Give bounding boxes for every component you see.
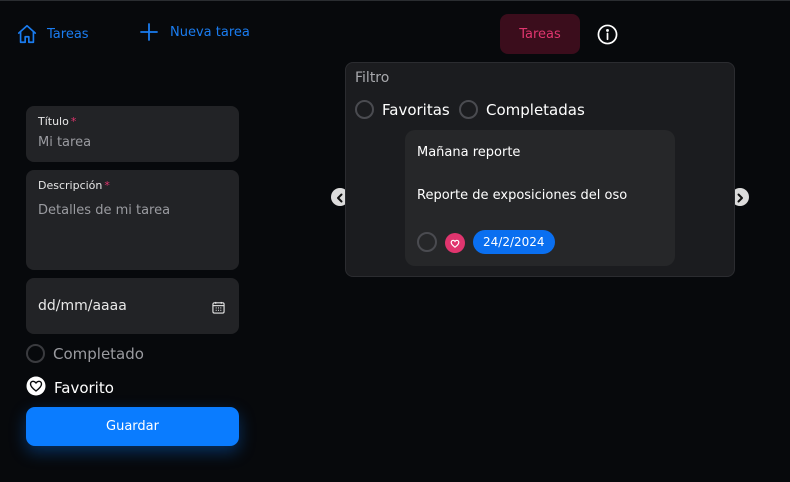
calendar-icon[interactable] — [212, 299, 225, 318]
filter-completed-label: Completadas — [486, 100, 585, 119]
nav-new-task-label: Nueva tarea — [170, 24, 250, 40]
favorite-checkbox[interactable]: Favorito — [26, 376, 114, 400]
nav-home-link[interactable]: Tareas — [16, 23, 89, 45]
date-field[interactable]: dd/mm/aaaa — [26, 278, 239, 334]
favorite-label: Favorito — [54, 379, 114, 397]
save-button[interactable]: Guardar — [26, 407, 239, 446]
task-card[interactable]: Mañana reporte Reporte de exposiciones d… — [405, 130, 675, 266]
filter-favorites-option[interactable]: Favoritas — [355, 100, 450, 119]
title-input[interactable]: Mi tarea — [38, 135, 91, 150]
tab-tareas[interactable]: Tareas — [500, 14, 580, 54]
filter-panel: Filtro Favoritas Completadas Mañana repo… — [345, 62, 735, 277]
completed-label: Completado — [53, 344, 144, 363]
chevron-right-icon — [735, 188, 745, 207]
title-field[interactable]: Título * Mi tarea — [26, 106, 239, 162]
heart-icon[interactable] — [26, 376, 46, 400]
plus-icon — [140, 23, 158, 41]
task-card-title: Mañana reporte — [417, 145, 521, 160]
nav-home-label: Tareas — [47, 26, 89, 42]
task-card-description: Reporte de exposiciones del oso — [417, 188, 628, 203]
info-icon[interactable] — [597, 24, 618, 49]
completed-check-circle[interactable] — [26, 344, 45, 363]
title-field-label: Título * — [38, 115, 77, 128]
task-date-badge: 24/2/2024 — [473, 230, 555, 254]
task-complete-toggle[interactable] — [417, 232, 437, 252]
task-favorite-heart-icon[interactable] — [445, 233, 465, 253]
description-field-label: Descripción * — [38, 179, 110, 192]
home-icon — [16, 23, 38, 45]
chevron-left-icon — [335, 188, 345, 207]
completed-checkbox[interactable]: Completado — [26, 344, 144, 363]
filter-title: Filtro — [355, 70, 390, 86]
nav-new-task-link[interactable]: Nueva tarea — [140, 23, 250, 41]
filter-completed-radio[interactable] — [459, 100, 478, 119]
filter-favorites-radio[interactable] — [355, 100, 374, 119]
description-input[interactable]: Detalles de mi tarea — [38, 203, 170, 218]
date-input[interactable]: dd/mm/aaaa — [38, 298, 127, 314]
filter-favorites-label: Favoritas — [382, 100, 450, 119]
filter-completed-option[interactable]: Completadas — [459, 100, 585, 119]
description-field[interactable]: Descripción * Detalles de mi tarea — [26, 170, 239, 270]
